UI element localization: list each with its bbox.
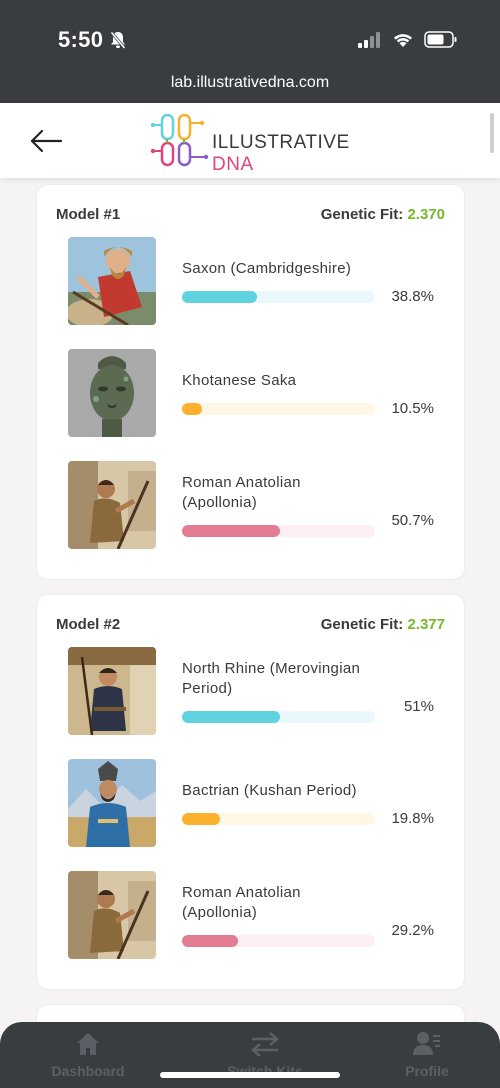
population-name: Roman Anatolian (Apollonia) — [182, 884, 301, 921]
population-row[interactable]: North Rhine (Merovingian Period) 51% — [68, 647, 448, 735]
bell-muted-icon — [110, 31, 126, 49]
nav-profile[interactable]: Profile — [367, 1031, 487, 1079]
genetic-fit: Genetic Fit: 2.370 — [321, 206, 445, 223]
genetic-fit: Genetic Fit: 2.377 — [321, 616, 445, 633]
ancestry-percent: 38.8% — [391, 288, 434, 305]
population-name: Bactrian (Kushan Period) — [182, 782, 357, 799]
genetic-fit-value: 2.377 — [407, 616, 445, 633]
dna-chromosome-logo-icon — [150, 113, 209, 167]
model-label: Model #1 — [56, 206, 121, 223]
genetic-fit-value: 2.370 — [407, 206, 445, 223]
roman-worker-image — [68, 461, 156, 549]
population-name: Roman Anatolian (Apollonia) — [182, 474, 301, 511]
bottom-navigation: Dashboard Switch Kits Profile — [0, 1022, 500, 1088]
ancestry-percent: 50.7% — [391, 512, 434, 529]
back-arrow-icon[interactable] — [28, 127, 64, 155]
home-icon — [77, 1033, 99, 1055]
roman-worker-image — [68, 871, 156, 959]
status-time: 5:50 — [58, 27, 104, 52]
population-name: Saxon (Cambridgeshire) — [182, 260, 352, 277]
bronze-head-image — [68, 349, 156, 437]
profile-icon — [413, 1032, 440, 1055]
home-indicator[interactable] — [160, 1072, 340, 1078]
ancestry-progress-fill — [182, 935, 239, 947]
ancestry-percent: 19.8% — [391, 810, 434, 827]
status-bar: 5:50 lab.illustrativedna.com — [0, 0, 500, 103]
ancestry-progress-fill — [182, 291, 257, 303]
population-row[interactable]: Roman Anatolian (Apollonia) 50.7% — [68, 461, 448, 549]
genetic-fit-label: Genetic Fit: — [320, 206, 404, 223]
nav-dashboard-label: Dashboard — [51, 1063, 125, 1079]
ancestry-progress-bar — [182, 291, 375, 303]
population-row[interactable]: Saxon (Cambridgeshire) 38.8% — [68, 237, 448, 325]
ancestry-progress-bar — [182, 525, 375, 537]
browser-url[interactable]: lab.illustrativedna.com — [0, 74, 500, 92]
logo-text-main: ILLUSTRATIVE — [212, 132, 350, 153]
population-name: Khotanese Saka — [182, 372, 297, 389]
illustrative-dna-logo[interactable]: ILLUSTRATIVE DNA — [150, 111, 370, 175]
nav-profile-label: Profile — [405, 1063, 449, 1079]
ancestry-progress-fill — [182, 813, 221, 825]
model-card: Model #2 Genetic Fit: 2.377 North Rhine … — [36, 594, 465, 990]
ancestry-progress-bar — [182, 711, 375, 723]
saxon-warrior-image — [68, 237, 156, 325]
page-scrollbar[interactable] — [490, 113, 494, 153]
logo-text: ILLUSTRATIVE DNA — [212, 132, 370, 176]
ancestry-percent: 10.5% — [391, 400, 434, 417]
population-row[interactable]: Khotanese Saka 10.5% — [68, 349, 448, 437]
app-header: ILLUSTRATIVE DNA — [0, 103, 500, 178]
population-name: North Rhine (Merovingian Period) — [182, 660, 361, 697]
ancestry-percent: 29.2% — [391, 922, 434, 939]
population-row[interactable]: Bactrian (Kushan Period) 19.8% — [68, 759, 448, 847]
genetic-fit-label: Genetic Fit: — [320, 616, 404, 633]
cellular-signal-icon — [358, 31, 380, 48]
logo-text-accent: DNA — [212, 154, 254, 175]
switch-arrows-icon — [251, 1032, 279, 1057]
ancestry-progress-fill — [182, 525, 280, 537]
ancestry-progress-bar — [182, 403, 375, 415]
nav-dashboard[interactable]: Dashboard — [28, 1031, 148, 1079]
bactrian-man-image — [68, 759, 156, 847]
ancestry-percent: 51% — [403, 698, 434, 715]
ancestry-progress-fill — [182, 711, 281, 723]
ancestry-progress-bar — [182, 935, 375, 947]
battery-icon — [424, 31, 457, 48]
model-card: Model #1 Genetic Fit: 2.370 Saxon (Cambr… — [36, 184, 465, 580]
ancestry-progress-fill — [182, 403, 203, 415]
merovingian-man-image — [68, 647, 156, 735]
model-label: Model #2 — [56, 616, 121, 633]
population-row[interactable]: Roman Anatolian (Apollonia) 29.2% — [68, 871, 448, 959]
wifi-icon — [394, 33, 412, 47]
ancestry-progress-bar — [182, 813, 375, 825]
